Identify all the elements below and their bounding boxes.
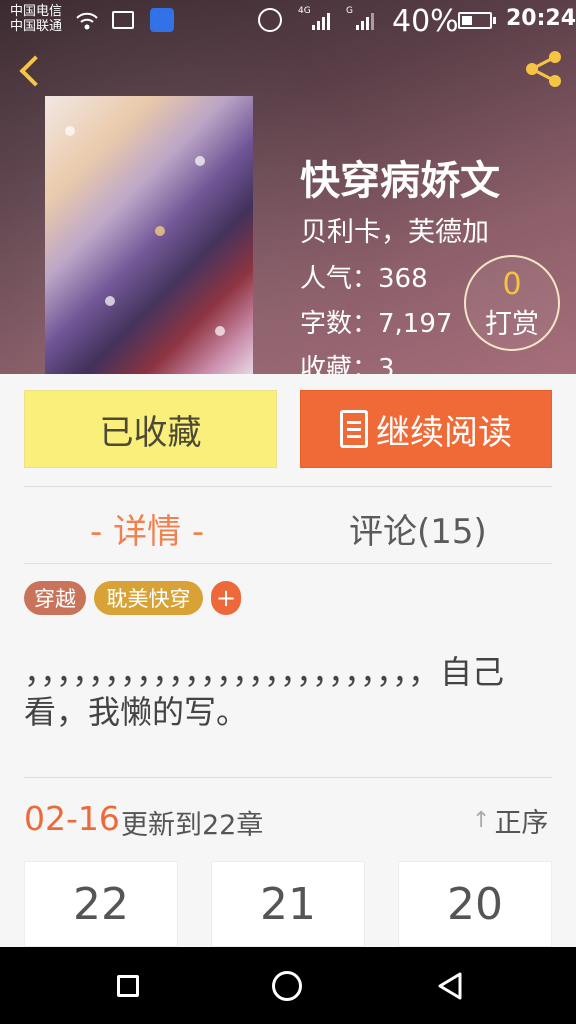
back-button[interactable] — [16, 52, 46, 88]
carrier-2: 中国联通 — [10, 19, 63, 34]
battery-percent: 40% — [392, 4, 459, 39]
reward-label: 打赏 — [485, 309, 539, 340]
update-date: 02-16 — [24, 799, 120, 838]
clock: 20:24 — [506, 6, 576, 31]
wifi-icon — [76, 12, 98, 30]
book-icon — [340, 410, 368, 448]
update-text: 更新到22章 — [121, 810, 264, 841]
baidu-icon — [150, 8, 174, 32]
system-nav-bar — [0, 947, 576, 1024]
signal-icon-2 — [356, 12, 374, 30]
net-g-label: G — [346, 6, 353, 16]
up-arrow-icon: ↑ — [472, 808, 491, 833]
recent-apps-button[interactable] — [117, 975, 139, 997]
tab-comments[interactable]: 评论(15) — [349, 504, 487, 553]
sort-order-button[interactable]: ↑ 正序 — [472, 801, 548, 840]
divider — [24, 563, 552, 564]
signal-icon-1 — [312, 12, 330, 30]
chapter-button[interactable]: 20 — [398, 861, 552, 947]
divider — [24, 777, 552, 778]
net-4g-label: 4G — [298, 6, 311, 16]
back-nav-button[interactable] — [434, 970, 466, 1002]
book-title: 快穿病娇文 — [300, 158, 500, 204]
gallery-icon — [112, 11, 134, 29]
chapter-button[interactable]: 22 — [24, 861, 178, 947]
carrier-1: 中国电信 — [10, 4, 63, 19]
sort-label: 正序 — [494, 808, 549, 839]
popularity-stat: 人气：368 — [300, 264, 428, 294]
word-count-stat: 字数：7,197 — [300, 309, 453, 339]
book-author[interactable]: 贝利卡，芙德加 — [300, 210, 489, 249]
favorited-label: 已收藏 — [99, 412, 202, 453]
reward-count: 0 — [502, 267, 522, 302]
carrier-info: 中国电信 中国联通 — [10, 4, 62, 34]
book-description: ，，，，，，，，，，，，，，，，，，，，，，，，，自己看，我懒的写。 — [24, 653, 505, 731]
battery-fill — [462, 16, 472, 25]
tag-chuanyue[interactable]: 穿越 — [24, 581, 86, 615]
book-header: 中国电信 中国联通 4G G 40% 20:24 快穿病娇文 贝利卡，芙德加 人… — [0, 0, 576, 374]
continue-reading-button[interactable]: 继续阅读 — [300, 390, 552, 468]
status-bar: 中国电信 中国联通 4G G 40% 20:24 — [0, 0, 576, 40]
tag-danmei-kuaichuan[interactable]: 耽美快穿 — [94, 581, 203, 615]
reward-button[interactable]: 0 打赏 — [464, 255, 560, 351]
battery-icon — [458, 12, 492, 29]
chapter-button[interactable]: 21 — [211, 861, 365, 947]
divider — [24, 486, 552, 487]
add-tag-button[interactable]: + — [211, 581, 241, 615]
favorited-button[interactable]: 已收藏 — [24, 390, 277, 468]
alarm-icon — [258, 8, 282, 32]
book-cover[interactable] — [45, 96, 253, 374]
continue-reading-label: 继续阅读 — [376, 412, 512, 453]
tab-details[interactable]: - 详情 - — [90, 504, 204, 553]
battery-nub — [493, 17, 496, 24]
home-button[interactable] — [272, 971, 302, 1001]
favorites-stat: 收藏：3 — [300, 354, 395, 374]
share-icon[interactable] — [522, 48, 566, 90]
